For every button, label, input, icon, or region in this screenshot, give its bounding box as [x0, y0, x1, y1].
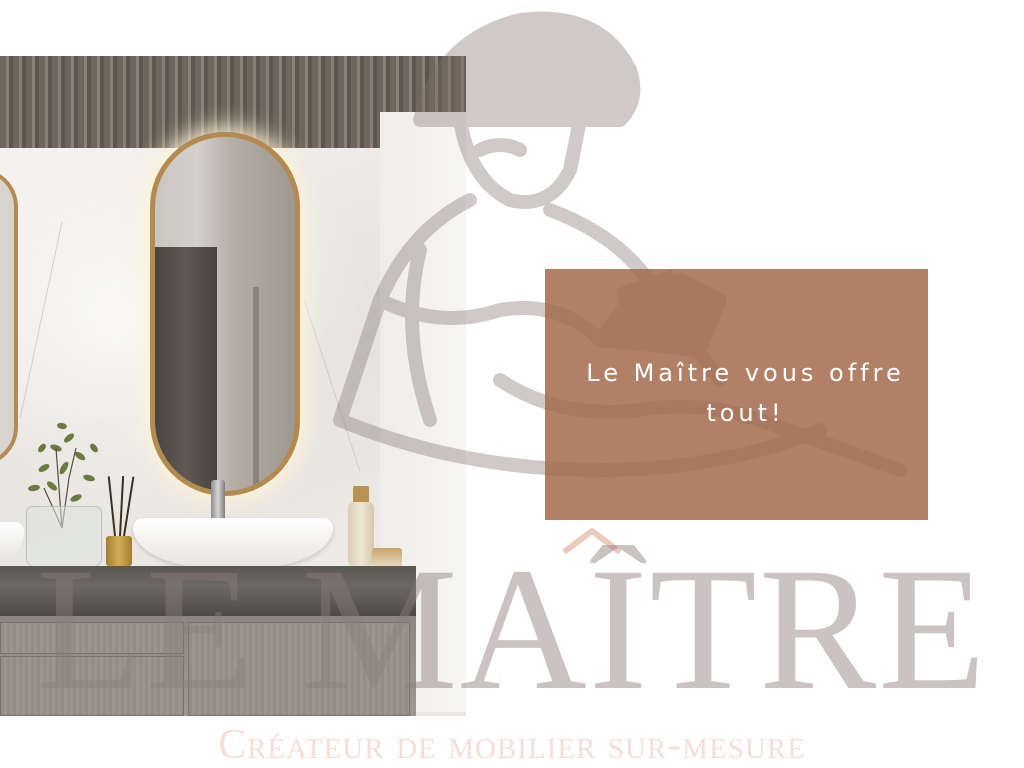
promo-headline: Le Maître vous offre tout!	[586, 359, 905, 427]
oval-mirror	[150, 132, 300, 496]
reflected-curtain	[155, 247, 217, 491]
brand-tagline: Créateur de mobilier sur-mesure	[218, 722, 806, 768]
promo-box: Le Maître vous offre tout!	[545, 269, 928, 520]
brand-wordmark: LE MAÎTRE	[36, 545, 988, 715]
reflected-rail	[253, 287, 259, 491]
